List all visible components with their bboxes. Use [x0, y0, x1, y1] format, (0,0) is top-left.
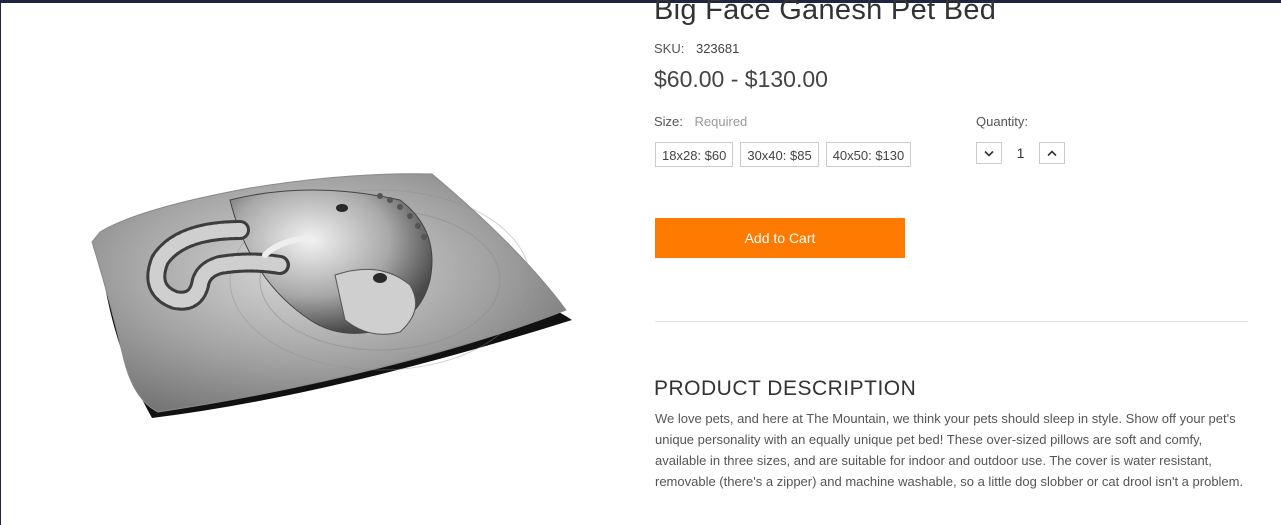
quantity-stepper: 1	[976, 142, 1065, 164]
quantity-label: Quantity:	[976, 114, 1029, 129]
size-option-40x50[interactable]: 40x50: $130	[825, 142, 912, 167]
quantity-decrease-button[interactable]	[976, 142, 1002, 164]
quantity-value[interactable]: 1	[1002, 145, 1039, 161]
add-to-cart-button[interactable]: Add to Cart	[655, 218, 905, 258]
chevron-down-icon	[984, 150, 994, 157]
product-image[interactable]	[80, 160, 580, 430]
sku-value: 323681	[695, 41, 740, 56]
description-body: We love pets, and here at The Mountain, …	[655, 411, 1244, 489]
price-range: $60.00 - $130.00	[654, 66, 828, 92]
size-required-note: Required	[694, 114, 748, 129]
size-option-18x28[interactable]: 18x28: $60	[655, 142, 734, 167]
product-title: Big Face Ganesh Pet Bed	[654, 0, 997, 26]
size-label-text: Size:	[654, 114, 683, 129]
quantity-increase-button[interactable]	[1039, 142, 1065, 164]
pet-bed-illustration	[91, 173, 572, 418]
section-divider	[655, 321, 1248, 322]
size-option-30x40[interactable]: 30x40: $85	[740, 142, 819, 167]
chevron-up-icon	[1047, 149, 1057, 156]
description-heading: PRODUCT DESCRIPTION	[654, 377, 917, 400]
size-options: 18x28: $60 30x40: $85 40x50: $130	[655, 142, 912, 167]
sku-label: SKU:	[654, 41, 685, 56]
size-label: Size: Required	[654, 114, 747, 129]
sku: SKU: 323681	[654, 41, 739, 56]
